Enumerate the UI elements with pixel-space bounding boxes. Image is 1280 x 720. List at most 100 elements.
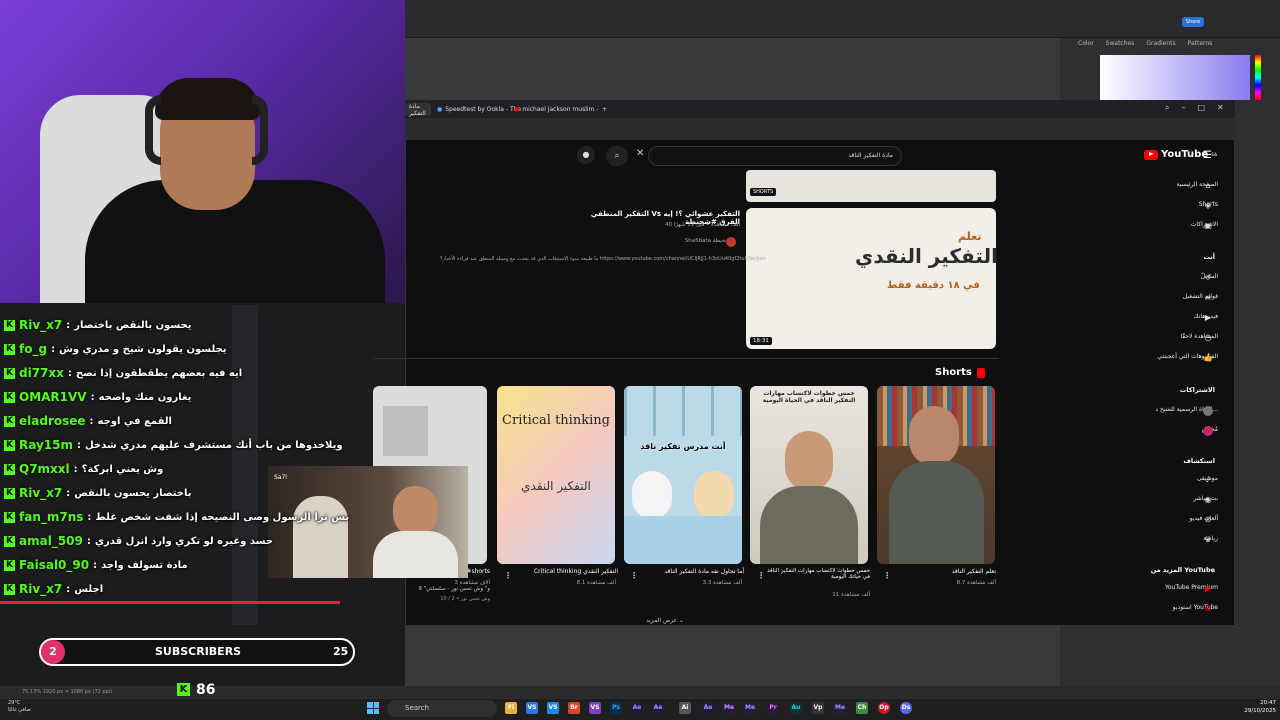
discord-icon[interactable]: Ds <box>900 702 912 714</box>
brave-icon[interactable]: Br <box>568 702 580 714</box>
chat-username: eladrosee <box>19 414 86 428</box>
browser-tab[interactable]: مادة التفكير <box>405 103 431 117</box>
chat-separator: : <box>67 367 72 379</box>
vscode-icon[interactable]: VS <box>526 702 538 714</box>
channel-name[interactable]: Sha5bata شخبطة <box>660 238 730 244</box>
shorts-icon: ◈ <box>1204 201 1212 210</box>
new-tab-button[interactable]: + <box>598 103 610 116</box>
short-thumbnail[interactable] <box>877 386 995 564</box>
you-header[interactable]: أنت <box>1150 253 1215 261</box>
chat-separator: : <box>66 487 71 499</box>
cabinet <box>624 516 742 564</box>
close-icon[interactable]: ✕ <box>1217 103 1224 115</box>
kick-logo-icon: K <box>177 683 190 696</box>
short-title[interactable]: أما تحاول تفه مادة التفكير الناقد <box>634 568 744 575</box>
kick-badge-icon: K <box>4 583 15 595</box>
chat-separator: : <box>86 535 91 547</box>
clear-search-icon[interactable]: ✕ <box>636 148 644 159</box>
tab-color[interactable]: Color <box>1078 40 1094 52</box>
hue-slider[interactable] <box>1255 55 1261 100</box>
file-explorer-icon[interactable]: Fi <box>505 702 517 714</box>
clip-meta: وش تحس نور • 2 / 10 <box>440 596 490 602</box>
premiere-icon[interactable]: Pr <box>767 702 779 714</box>
minimize-icon[interactable]: – <box>1181 103 1185 115</box>
chat-text: اجلس <box>74 583 104 595</box>
mic-icon[interactable]: ● <box>577 146 595 164</box>
channel-avatar-icon <box>1203 406 1213 416</box>
weather-widget[interactable]: 29°C صافي غالبًا <box>8 700 31 714</box>
chat-text: حسد وغيره لو تكري وارد انزل قدري <box>94 535 274 547</box>
app-icon[interactable]: Vp <box>812 702 824 714</box>
chat-message: Kfo_g: يجلسون يقولون شيخ و مدري وش <box>4 338 227 360</box>
opera-icon[interactable]: Op <box>878 702 890 714</box>
tab-patterns[interactable]: Patterns <box>1188 40 1213 52</box>
more-options-icon[interactable]: ⋮ <box>883 571 891 580</box>
more-options-icon[interactable]: ⋮ <box>630 571 638 580</box>
channel-avatar[interactable] <box>726 237 736 247</box>
channel-avatar-icon <box>1203 426 1213 436</box>
chat-text: ايه فيه بعضهم يطقطقون إذا نصح <box>75 367 243 379</box>
presenter-face <box>909 406 959 466</box>
more-options-icon[interactable]: ⋮ <box>757 571 765 580</box>
vscode-icon[interactable]: VS <box>547 702 559 714</box>
short-title[interactable]: تعلم التفكير الناقد <box>886 568 996 575</box>
media-encoder-icon[interactable]: Me <box>834 702 846 714</box>
history-icon: ↺ <box>1204 273 1212 282</box>
taskbar-search[interactable]: Search <box>387 700 497 717</box>
kick-badge-icon: K <box>4 343 15 355</box>
visual-studio-icon[interactable]: VS <box>589 702 601 714</box>
color-panel-tabs[interactable]: Color Swatches Gradients Patterns <box>1078 40 1268 52</box>
short-title[interactable]: Critical thinking التفكير النقدي <box>508 568 618 575</box>
country-code: SA <box>1211 152 1218 157</box>
short-thumbnail[interactable]: خمس خطوات لاكتساب مهارات التفكير الناقد … <box>750 386 868 564</box>
photoshop-icon[interactable]: Ps <box>610 702 622 714</box>
address-bar[interactable] <box>405 118 1235 140</box>
short-views: 3.3 ألف مشاهدة <box>702 580 742 586</box>
thumbnail-subtitle: في ١٨ دقيقة فقط <box>887 280 980 291</box>
more-options-icon[interactable]: ⋮ <box>504 571 512 580</box>
chat-username: Q7mxxl <box>19 462 70 476</box>
show-more-button[interactable]: عرض المزيد ⌄ <box>595 617 735 624</box>
media-encoder-icon[interactable]: Me <box>723 702 735 714</box>
search-button[interactable]: ⌕ <box>606 146 628 166</box>
media-encoder-icon[interactable]: Me <box>744 702 756 714</box>
short-views: 8.7 ألف مشاهدة <box>956 580 996 586</box>
search-input[interactable]: مادة التفكير الناقد <box>648 146 902 166</box>
live-icon: ◉ <box>1204 495 1212 504</box>
shorts-label: Shorts <box>935 367 972 378</box>
kick-badge-icon: K <box>4 367 15 379</box>
menu-icon[interactable]: ☰ <box>1203 150 1212 161</box>
tab-gradients[interactable]: Gradients <box>1146 40 1175 52</box>
video-duration: 18:31 <box>750 337 772 345</box>
after-effects-icon[interactable]: Ae <box>652 702 664 714</box>
subscriptions-header[interactable]: الاشتراكات <box>1150 386 1215 394</box>
after-effects-icon[interactable]: Ae <box>702 702 714 714</box>
browser-tab-bar: مادة التفكير ● Speedtest by Ookla - The ●… <box>405 100 1235 118</box>
share-button[interactable]: Share <box>1182 17 1204 27</box>
video-thumbnail[interactable] <box>746 170 996 202</box>
maximize-icon[interactable]: □ <box>1197 103 1205 115</box>
windows-start-icon[interactable] <box>367 702 379 714</box>
chat-username: Faisal0_90 <box>19 558 90 572</box>
chat-message: K Riv_x7: يحسون بالنقص باختصار <box>4 314 192 336</box>
chat-username: fo_g <box>19 342 48 356</box>
photoshop-status-bar: 75.13% 1920 px × 1080 px (72 ppi) <box>0 686 1280 698</box>
kick-badge-icon: K <box>4 415 15 427</box>
gaming-icon: ⊛ <box>1204 515 1212 524</box>
audition-icon[interactable]: Au <box>790 702 802 714</box>
color-picker-field[interactable] <box>1100 55 1250 100</box>
short-thumbnail[interactable]: أنت مدرس تفكير ناقد <box>624 386 742 564</box>
app-icon[interactable]: Ai <box>679 702 691 714</box>
short-title[interactable]: خمس خطوات لاكتساب مهارات التفكير الناقد … <box>760 568 870 580</box>
yt-studio-icon: ⚙ <box>1204 604 1212 613</box>
after-effects-icon[interactable]: Ae <box>631 702 643 714</box>
youtube-play-icon <box>1144 149 1158 160</box>
tab-swatches[interactable]: Swatches <box>1106 40 1135 52</box>
chat-message: K Ray15m: ويلاخذوها من باب أنك مستشرف عليه… <box>4 434 343 456</box>
chrome-icon[interactable]: Ch <box>856 702 868 714</box>
search-icon[interactable]: ⌕ <box>1165 103 1169 115</box>
browser-tab[interactable]: ● michael jackson muslim - <box>510 103 610 116</box>
system-clock[interactable]: 20:47 29/10/2025 <box>1236 699 1276 715</box>
chat-text: يحسون بالنقص باختصار <box>74 319 192 331</box>
short-thumbnail[interactable]: Critical thinking التفكير النقدي <box>497 386 615 564</box>
